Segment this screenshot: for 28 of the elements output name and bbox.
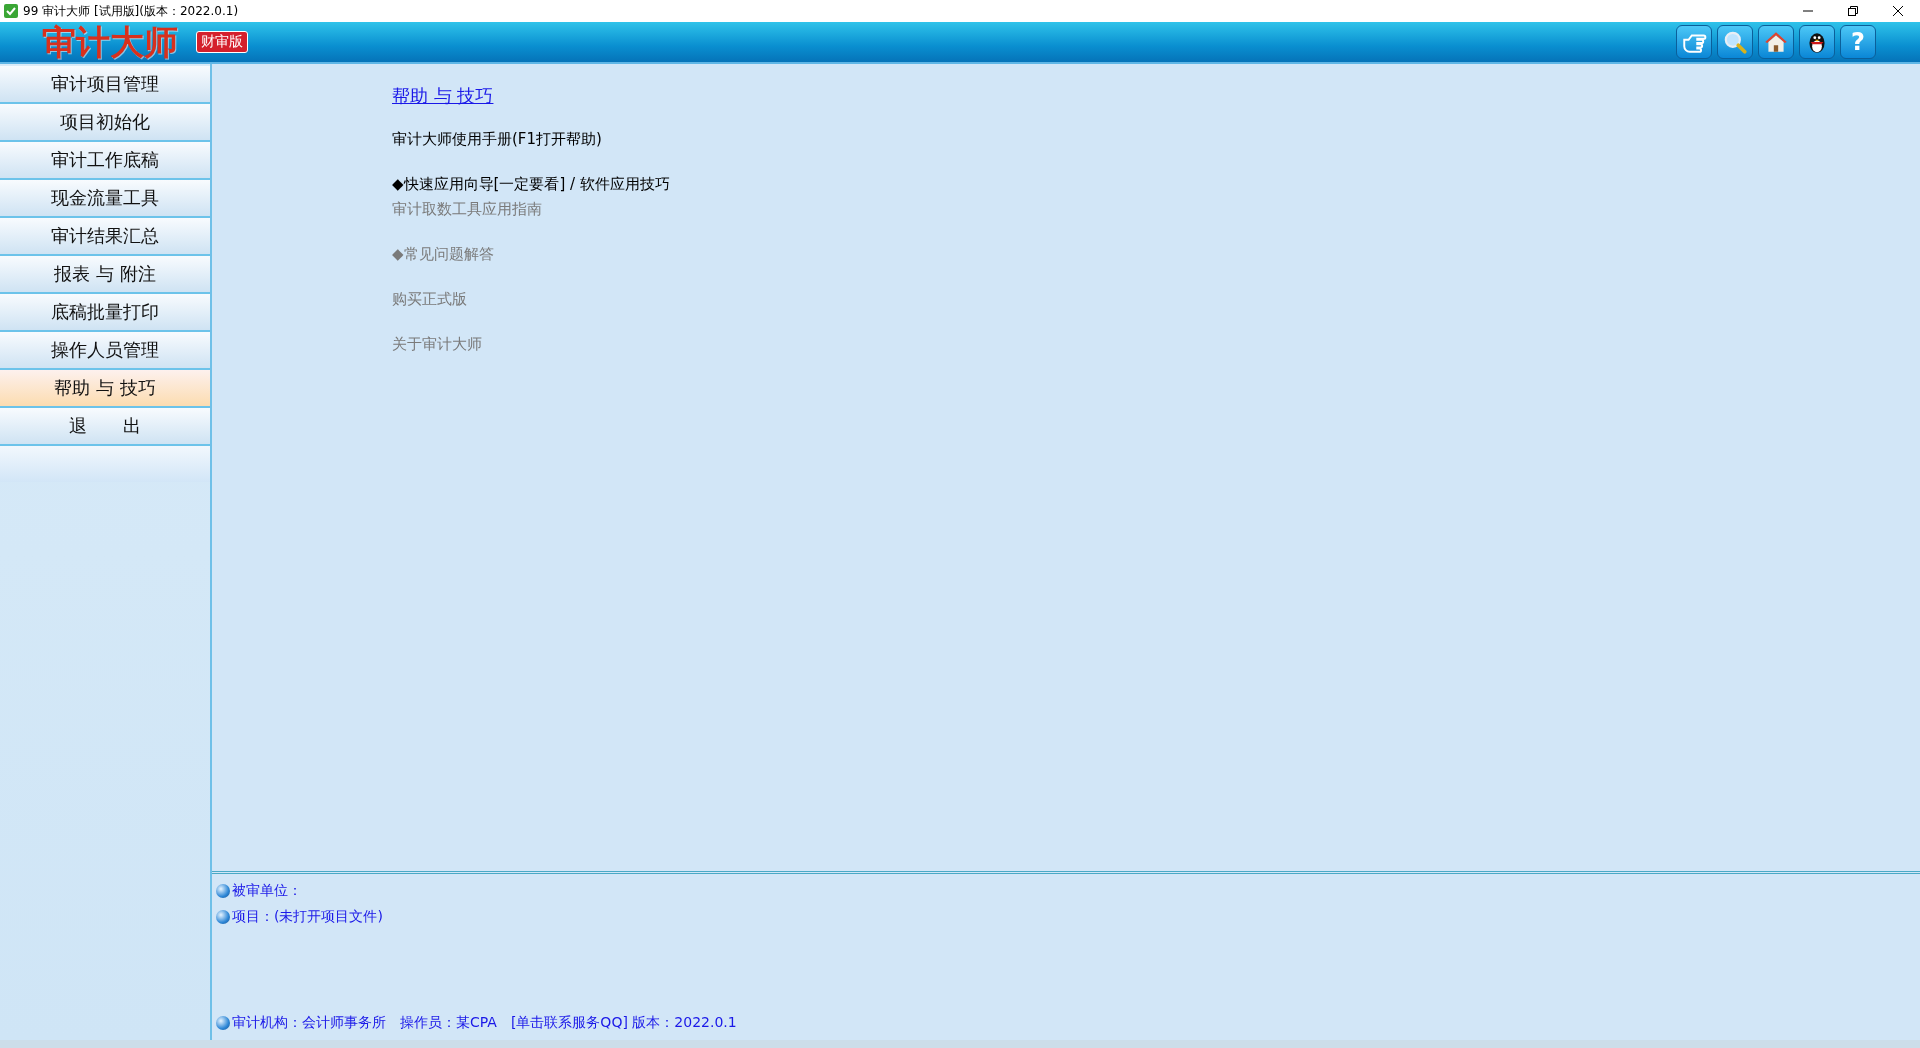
sidebar-item[interactable]: 项目初始化	[0, 104, 210, 142]
chat-button[interactable]	[1799, 25, 1835, 59]
search-button[interactable]	[1717, 25, 1753, 59]
sidebar-item[interactable]: 审计项目管理	[0, 66, 210, 104]
sidebar-item[interactable]: 审计结果汇总	[0, 218, 210, 256]
help-link[interactable]: ◆快速应用向导[一定要看] / 软件应用技巧	[392, 175, 1920, 194]
sidebar-item[interactable]: 操作人员管理	[0, 332, 210, 370]
sidebar-item[interactable]: 现金流量工具	[0, 180, 210, 218]
window-title: 99 审计大师 [试用版](版本：2022.0.1)	[23, 2, 239, 20]
info-text: 项目：(未打开项目文件)	[232, 908, 383, 926]
sidebar-item[interactable]: 退 出	[0, 408, 210, 446]
sidebar-item[interactable]: 报表 与 附注	[0, 256, 210, 294]
pointer-button[interactable]	[1676, 25, 1712, 59]
home-button[interactable]	[1758, 25, 1794, 59]
info-text: 被审单位：	[232, 882, 302, 900]
search-icon	[1722, 29, 1748, 55]
sidebar-item[interactable]: 审计工作底稿	[0, 142, 210, 180]
sidebar-item[interactable]: 帮助 与 技巧	[0, 370, 210, 408]
status-text: 审计机构：会计师事务所 操作员：某CPA [单击联系服务QQ] 版本：2022.0.1	[232, 1014, 737, 1032]
sidebar-item[interactable]: 底稿批量打印	[0, 294, 210, 332]
bullet-icon	[216, 910, 230, 924]
help-link[interactable]: 审计大师使用手册(F1打开帮助)	[392, 130, 1920, 149]
edition-badge: 财审版	[196, 31, 248, 53]
bullet-icon	[216, 1016, 230, 1030]
app-logo: 审计大师	[41, 22, 179, 62]
checkmark-icon	[4, 4, 18, 18]
bullet-icon	[216, 884, 230, 898]
section-heading-link[interactable]: 帮助 与 技巧	[382, 84, 504, 108]
